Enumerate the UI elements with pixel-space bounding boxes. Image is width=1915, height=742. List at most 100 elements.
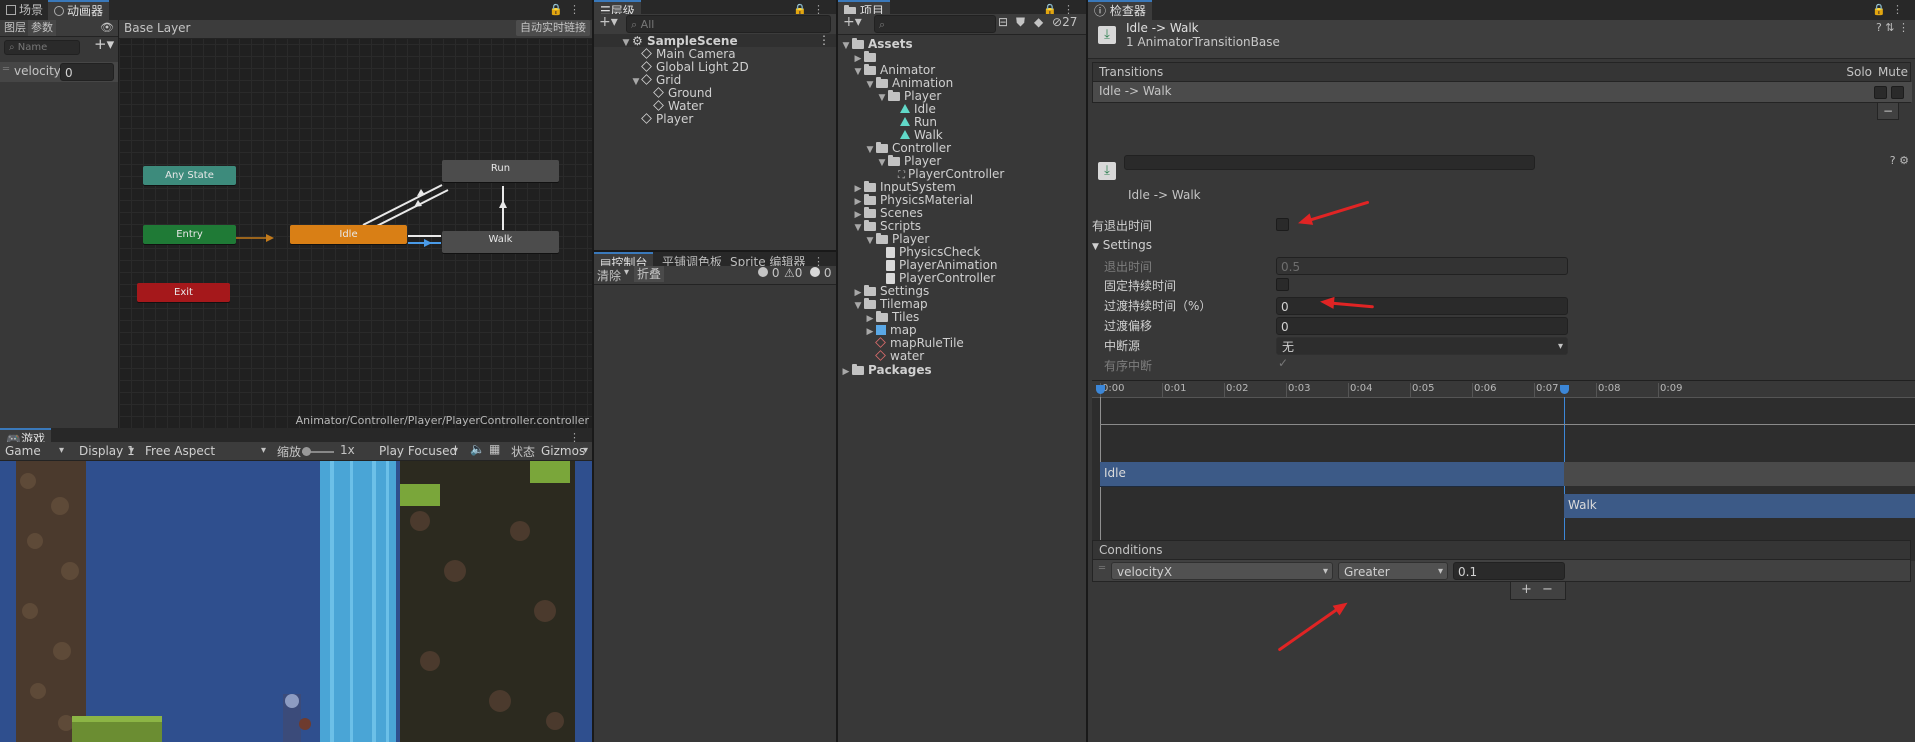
remove-condition-button[interactable]: −	[1542, 582, 1553, 597]
aspect-dropdown[interactable]: Free Aspect	[140, 442, 270, 460]
search-by-type-icon[interactable]: ⊟	[998, 15, 1008, 29]
run-to-idle-transition[interactable]	[368, 189, 449, 231]
condition-threshold-input[interactable]: 0.1	[1453, 562, 1565, 580]
error-count-button[interactable]: 0	[810, 266, 831, 280]
expand-icon[interactable]: ▼	[864, 77, 876, 93]
transitions-list: Idle -> Walk	[1092, 82, 1912, 103]
panel-menu-icons[interactable]: 🔒⋮	[549, 3, 586, 16]
expand-icon[interactable]: ▼	[852, 298, 864, 314]
tab-inspector[interactable]: ⓘ 检查器	[1088, 0, 1152, 20]
scene-menu-icon[interactable]: ⋮	[818, 33, 830, 47]
grid-icon[interactable]: ▦	[489, 442, 500, 456]
clear-button[interactable]: 清除	[597, 267, 621, 284]
expand-icon[interactable]: ▼	[630, 74, 642, 90]
collapse-button[interactable]: 折叠	[634, 266, 665, 282]
warning-count-button[interactable]: ⚠0	[784, 266, 802, 280]
drag-handle-icon[interactable]: ═	[3, 64, 9, 75]
subtab-parameters[interactable]: 参数	[28, 20, 56, 36]
state-exit[interactable]: Exit	[137, 283, 230, 302]
gameobject-icon	[641, 48, 652, 59]
game-mode-dropdown[interactable]: Game	[0, 442, 68, 460]
timeline-start-marker[interactable]	[1096, 385, 1105, 394]
add-condition-button[interactable]: +	[1521, 582, 1532, 597]
transition-row-selected[interactable]	[1093, 82, 1912, 102]
hierarchy-item-player[interactable]: Player	[641, 111, 693, 127]
transition-name-input[interactable]	[1124, 155, 1535, 170]
display-dropdown[interactable]: Display 1	[74, 442, 138, 460]
create-asset-button[interactable]: +▾	[843, 14, 862, 30]
state-idle[interactable]: Idle	[290, 225, 407, 244]
expand-icon[interactable]: ▼	[840, 38, 852, 54]
condition-parameter-dropdown[interactable]: velocityX	[1111, 562, 1333, 580]
expand-icon[interactable]: ▼	[876, 90, 888, 106]
add-parameter-button[interactable]: +▾	[94, 35, 114, 53]
project-search-input[interactable]: ⌕	[874, 15, 996, 33]
stats-button[interactable]: 状态	[511, 443, 535, 460]
expand-icon[interactable]: ▼	[852, 220, 864, 236]
parameter-value-input[interactable]: 0	[60, 63, 114, 81]
mute-checkbox[interactable]	[1891, 86, 1904, 99]
favorite-icon[interactable]: ◆	[1034, 15, 1043, 29]
conditions-header: Conditions	[1092, 540, 1911, 560]
transition-offset-input[interactable]: 0	[1276, 317, 1568, 335]
search-by-label-icon[interactable]: ⛊	[1016, 15, 1025, 30]
condition-mode-dropdown[interactable]: Greater	[1338, 562, 1448, 580]
tab-scene[interactable]: 场景	[0, 0, 49, 20]
log-count-button[interactable]: 0	[758, 266, 779, 280]
header-icons[interactable]: ? ⇅ ⋮	[1876, 21, 1909, 34]
game-viewport[interactable]	[0, 461, 592, 742]
add-object-button[interactable]: +▾	[599, 14, 618, 30]
animator-graph[interactable]: Base Layer 自动实时链接 Any State Entry Exit I…	[119, 20, 592, 428]
play-focused-dropdown[interactable]: Play Focused	[374, 442, 462, 460]
tile-asset-icon	[875, 337, 886, 348]
expand-icon[interactable]: ▼	[1092, 242, 1099, 252]
fixed-duration-checkbox[interactable]	[1276, 278, 1289, 291]
collapse-icon[interactable]: ▶	[840, 364, 852, 380]
expand-icon[interactable]: ▼	[852, 64, 864, 80]
state-walk[interactable]: Walk	[442, 231, 559, 253]
drag-handle-icon[interactable]: ═	[1099, 563, 1105, 574]
hierarchy-toolbar: +▾ ⌕ All	[594, 14, 836, 35]
remove-transition-button[interactable]: −	[1876, 102, 1899, 120]
subtab-layers[interactable]: 图层	[4, 20, 26, 36]
clear-options-icon[interactable]: ▾	[624, 267, 629, 278]
waterfall-streak	[350, 461, 353, 742]
audio-icon[interactable]: 🔈	[470, 442, 485, 456]
scale-slider-thumb[interactable]	[302, 447, 311, 456]
settings-icons[interactable]: ? ⚙	[1890, 154, 1909, 167]
expand-icon[interactable]: ▼	[864, 233, 876, 249]
eye-icon[interactable]: 👁	[100, 20, 114, 36]
transition-timeline[interactable]: 0:00 0:01 0:02 0:03 0:04 0:05 0:06 0:07 …	[1092, 380, 1915, 561]
idle-to-run-transition[interactable]	[362, 184, 443, 226]
expand-icon[interactable]: ▼	[864, 142, 876, 158]
hidden-packages-button[interactable]: ⊘27	[1052, 15, 1077, 29]
parameter-search-input[interactable]: ⌕ Name	[4, 40, 80, 55]
folder-icon	[852, 38, 864, 49]
transition-icon-small: ⤓	[1098, 162, 1116, 180]
expand-icon[interactable]: ▼	[620, 35, 632, 51]
gizmos-dropdown[interactable]: Gizmos	[536, 442, 592, 460]
tick-line	[1348, 383, 1349, 397]
solo-checkbox[interactable]	[1874, 86, 1887, 99]
timeline-idle-bar[interactable]: Idle	[1100, 462, 1564, 487]
hierarchy-search-input[interactable]: ⌕ All	[626, 15, 831, 33]
tab-animator[interactable]: 动画器	[48, 0, 110, 20]
state-any[interactable]: Any State	[143, 166, 236, 185]
game-scene	[0, 461, 592, 742]
has-exit-time-checkbox[interactable]	[1276, 218, 1289, 231]
tick-line	[1224, 383, 1225, 397]
settings-foldout[interactable]: ▼ Settings	[1092, 238, 1152, 252]
interruption-source-dropdown[interactable]: 无	[1276, 337, 1568, 355]
transition-row-label[interactable]: Idle -> Walk	[1099, 84, 1172, 98]
state-entry[interactable]: Entry	[143, 225, 236, 244]
parameter-row: ═ velocityX 0	[0, 62, 118, 82]
timeline-end-marker[interactable]	[1560, 385, 1569, 394]
collapse-icon[interactable]: ▶	[864, 324, 876, 340]
tick-6: 0:06	[1474, 383, 1497, 394]
tree-packages[interactable]: ▶ Packages	[840, 362, 932, 378]
tick-8: 0:08	[1598, 383, 1621, 394]
timeline-walk-bar[interactable]: Walk	[1564, 494, 1915, 518]
expand-icon[interactable]: ▼	[876, 155, 888, 171]
inspector-menu-icons[interactable]: 🔒⋮	[1872, 3, 1909, 16]
state-run[interactable]: Run	[442, 160, 559, 182]
